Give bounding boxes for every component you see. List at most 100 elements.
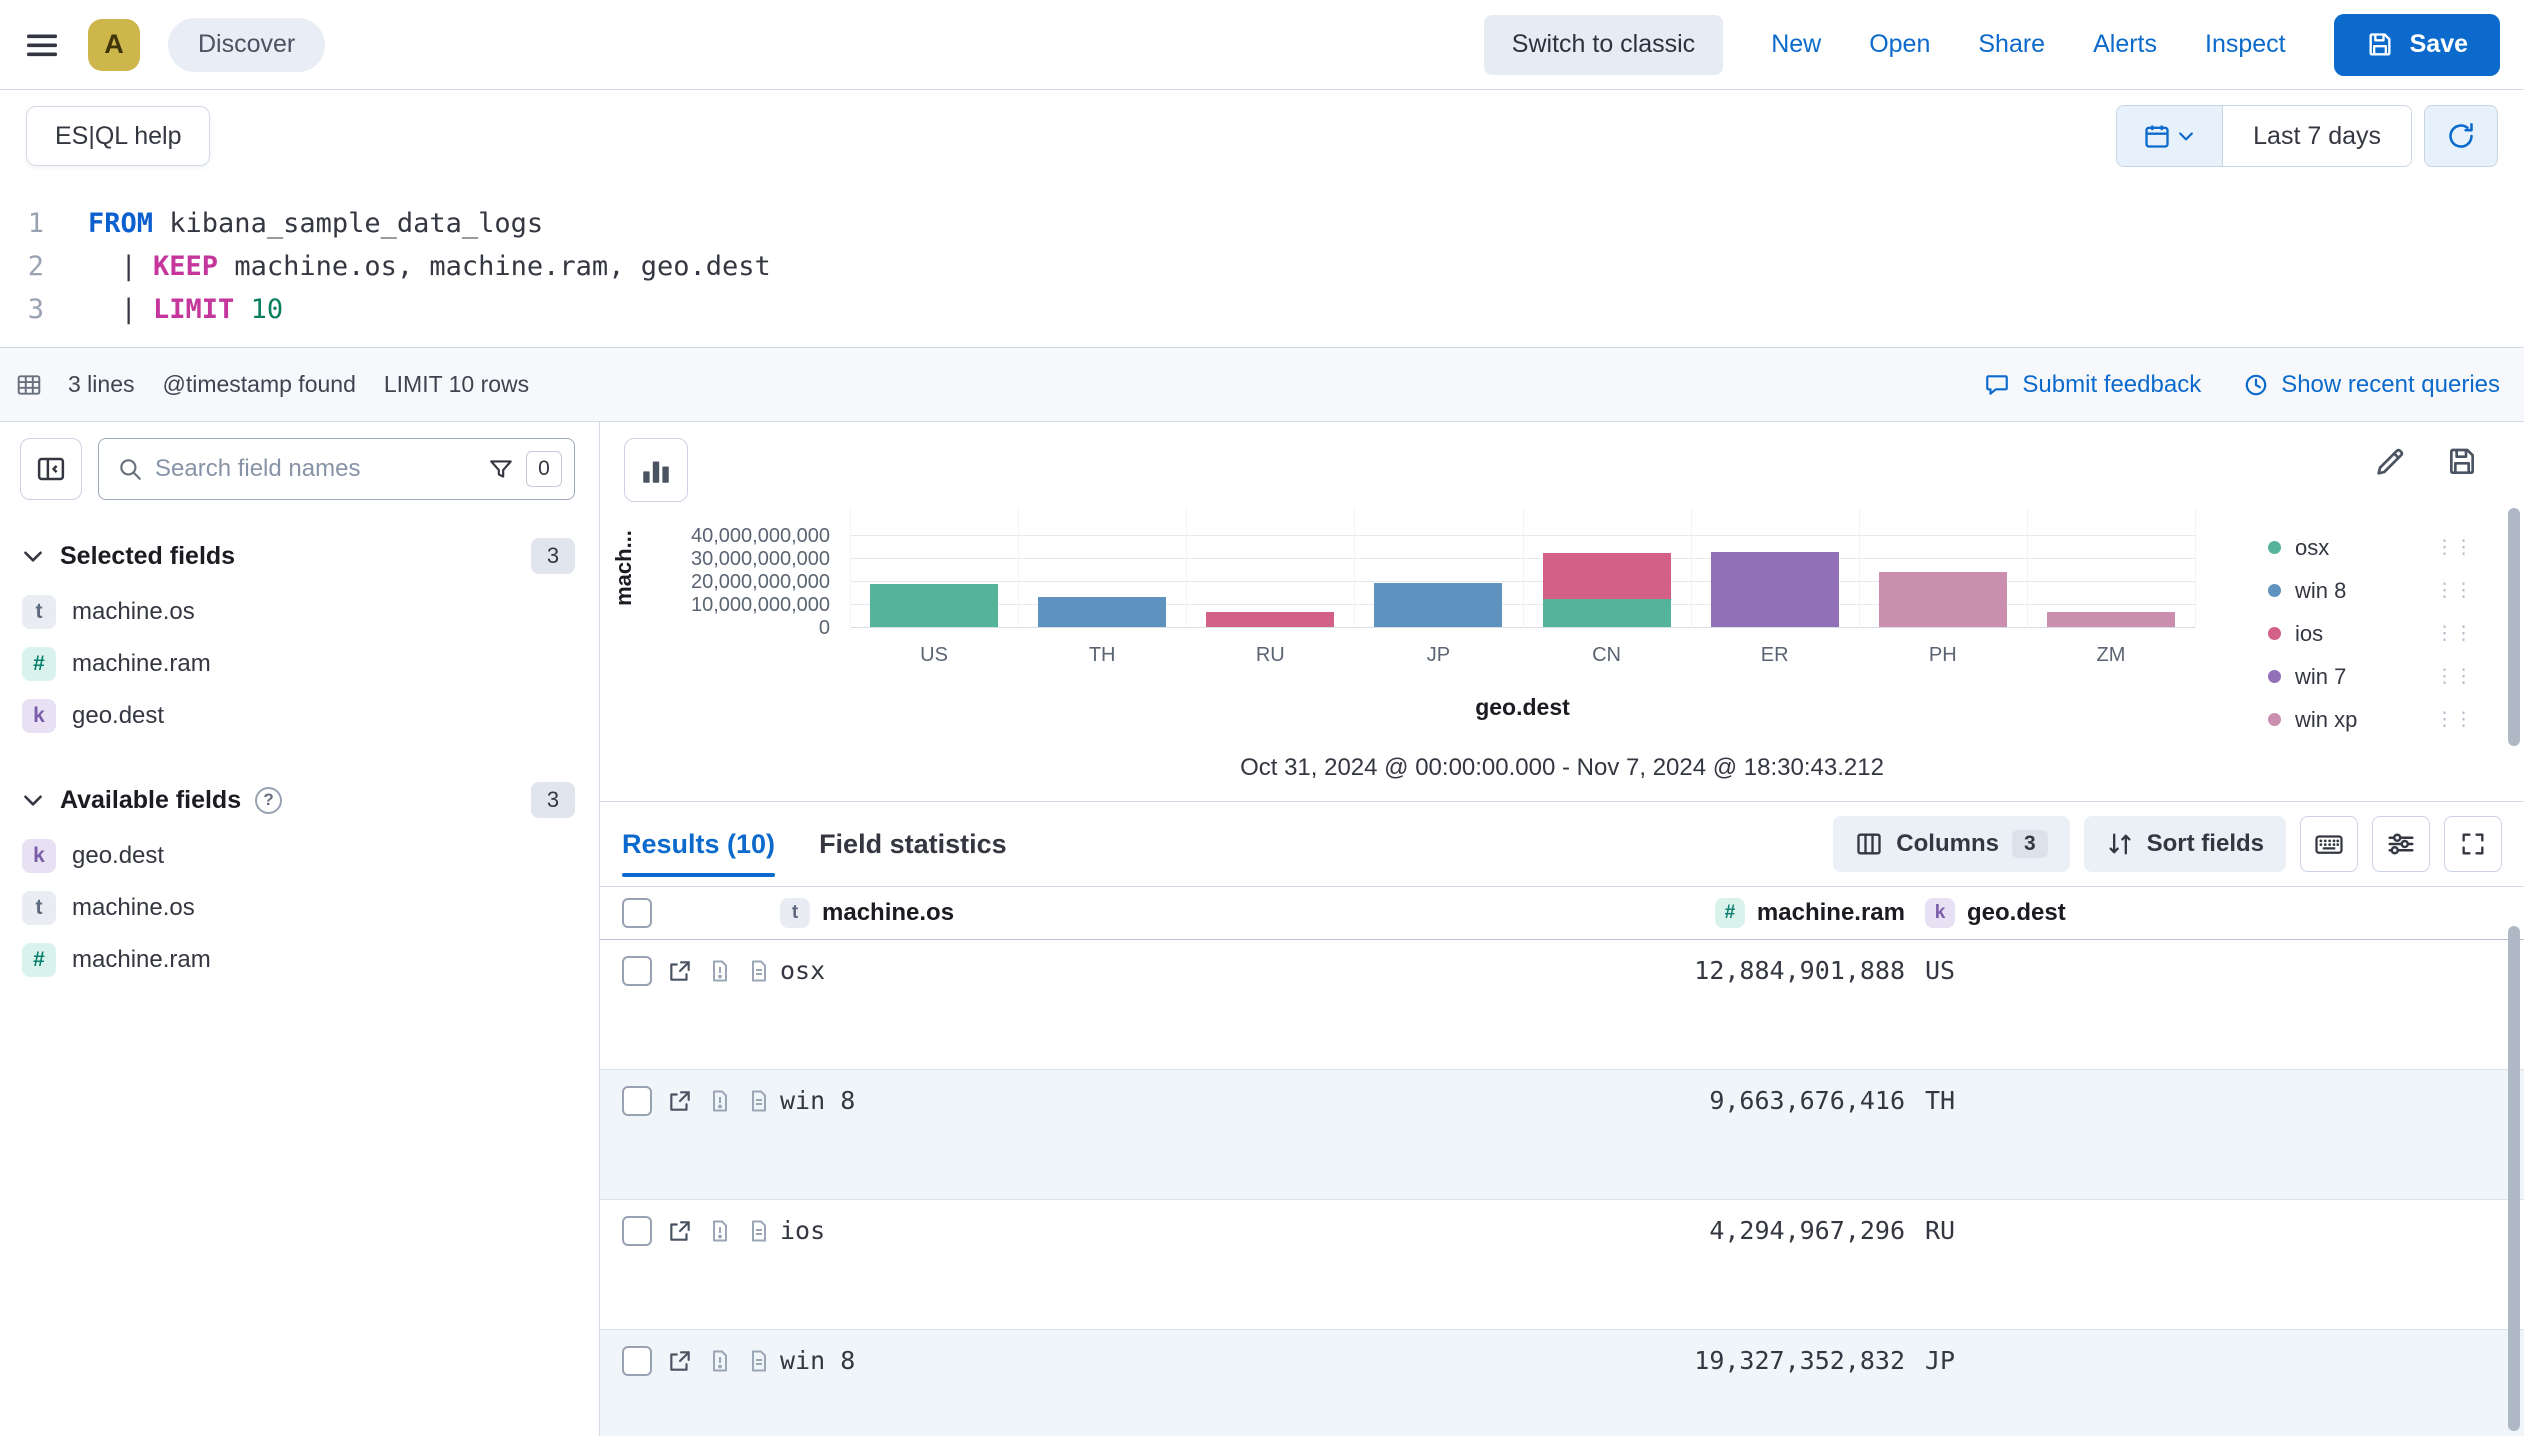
- column-header-machine.ram[interactable]: #machine.ram: [1070, 898, 1905, 928]
- nav-link-open[interactable]: Open: [1869, 30, 1930, 59]
- select-all-checkbox[interactable]: [622, 898, 652, 928]
- bar-US[interactable]: [870, 584, 998, 627]
- cell-machine-os[interactable]: win 8: [760, 1086, 1070, 1115]
- field-item-machine.ram[interactable]: #machine.ram: [20, 638, 575, 690]
- row-checkbox[interactable]: [622, 956, 652, 986]
- chevron-down-icon[interactable]: [20, 543, 46, 569]
- bar-segment-win 7[interactable]: [1711, 552, 1839, 627]
- nav-link-new[interactable]: New: [1771, 30, 1821, 59]
- filter-by-type-icon[interactable]: [488, 456, 514, 482]
- switch-to-classic-button[interactable]: Switch to classic: [1484, 15, 1723, 75]
- expand-row-icon[interactable]: [667, 1218, 693, 1244]
- cell-geo-dest[interactable]: RU: [1905, 1216, 2524, 1245]
- save-button[interactable]: Save: [2334, 14, 2500, 76]
- bar-segment-win 8[interactable]: [1038, 597, 1166, 627]
- legend-actions-icon[interactable]: ⋮⋮: [2435, 579, 2473, 602]
- bar-ER[interactable]: [1711, 552, 1839, 627]
- bar-segment-ios[interactable]: [1543, 553, 1671, 599]
- legend-actions-icon[interactable]: ⋮⋮: [2435, 622, 2473, 645]
- gridline-vertical: [1018, 508, 1019, 628]
- row-checkbox[interactable]: [622, 1086, 652, 1116]
- column-header-geo.dest[interactable]: kgeo.dest: [1905, 898, 2524, 928]
- bar-ZM[interactable]: [2047, 612, 2175, 627]
- legend-actions-icon[interactable]: ⋮⋮: [2435, 708, 2473, 731]
- sort-fields-button[interactable]: Sort fields: [2084, 816, 2286, 872]
- bar-PH[interactable]: [1879, 572, 2007, 627]
- breadcrumb[interactable]: Discover: [168, 18, 325, 72]
- legend-actions-icon[interactable]: ⋮⋮: [2435, 665, 2473, 688]
- date-quick-select-button[interactable]: [2117, 106, 2223, 166]
- bar-segment-ios[interactable]: [1206, 612, 1334, 627]
- tab-results[interactable]: Results (10): [622, 829, 775, 860]
- bar-segment-osx[interactable]: [870, 584, 998, 627]
- expand-row-icon[interactable]: [667, 1348, 693, 1374]
- field-section-header[interactable]: Available fields?3: [20, 774, 575, 830]
- refresh-button[interactable]: [2424, 105, 2498, 167]
- tab-field-statistics[interactable]: Field statistics: [819, 829, 1007, 860]
- field-item-geo.dest[interactable]: kgeo.dest: [20, 690, 575, 742]
- cell-geo-dest[interactable]: US: [1905, 956, 2524, 985]
- display-options-button[interactable]: [2372, 816, 2430, 872]
- expand-row-icon[interactable]: [667, 958, 693, 984]
- legend-actions-icon[interactable]: ⋮⋮: [2435, 536, 2473, 559]
- cell-machine-os[interactable]: osx: [760, 956, 1070, 985]
- keyboard-shortcuts-button[interactable]: [2300, 816, 2358, 872]
- legend-item-win 7[interactable]: win 7⋮⋮: [2268, 655, 2473, 698]
- query-line[interactable]: 3 | LIMIT 10: [0, 288, 2524, 331]
- column-header-machine.os[interactable]: tmachine.os: [760, 898, 1070, 928]
- legend-item-win 8[interactable]: win 8⋮⋮: [2268, 569, 2473, 612]
- time-range-value[interactable]: Last 7 days: [2223, 106, 2411, 166]
- help-icon[interactable]: ?: [255, 787, 282, 814]
- field-name: geo.dest: [72, 842, 164, 870]
- cell-machine-ram[interactable]: 19,327,352,832: [1070, 1346, 1905, 1375]
- row-checkbox[interactable]: [622, 1216, 652, 1246]
- collapse-sidebar-button[interactable]: [20, 438, 82, 500]
- field-item-geo.dest[interactable]: kgeo.dest: [20, 830, 575, 882]
- nav-link-inspect[interactable]: Inspect: [2205, 30, 2286, 59]
- nav-link-alerts[interactable]: Alerts: [2093, 30, 2157, 59]
- bar-CN[interactable]: [1543, 553, 1671, 627]
- row-checkbox[interactable]: [622, 1346, 652, 1376]
- grid-scrollbar[interactable]: [2508, 926, 2520, 1431]
- expand-row-icon[interactable]: [667, 1088, 693, 1114]
- bar-JP[interactable]: [1374, 583, 1502, 627]
- cell-geo-dest[interactable]: TH: [1905, 1086, 2524, 1115]
- space-avatar[interactable]: A: [88, 19, 140, 71]
- cell-machine-os[interactable]: win 8: [760, 1346, 1070, 1375]
- bar-segment-osx[interactable]: [1543, 599, 1671, 627]
- esql-editor[interactable]: 1FROM kibana_sample_data_logs2 | KEEP ma…: [0, 182, 2524, 347]
- menu-icon[interactable]: [24, 27, 60, 63]
- legend-item-osx[interactable]: osx⋮⋮: [2268, 526, 2473, 569]
- field-item-machine.os[interactable]: tmachine.os: [20, 882, 575, 934]
- columns-button[interactable]: Columns 3: [1833, 816, 2069, 872]
- query-line[interactable]: 2 | KEEP machine.os, machine.ram, geo.de…: [0, 245, 2524, 288]
- bar-segment-win xp[interactable]: [2047, 612, 2175, 627]
- nav-link-share[interactable]: Share: [1978, 30, 2045, 59]
- chevron-down-icon[interactable]: [20, 787, 46, 813]
- cell-geo-dest[interactable]: JP: [1905, 1346, 2524, 1375]
- bar-RU[interactable]: [1206, 612, 1334, 627]
- calendar-icon: [2143, 122, 2171, 150]
- edit-visualization-icon[interactable]: [2374, 446, 2406, 478]
- fullscreen-button[interactable]: [2444, 816, 2502, 872]
- search-field-input[interactable]: [155, 455, 476, 483]
- bar-segment-win 8[interactable]: [1374, 583, 1502, 627]
- field-item-machine.os[interactable]: tmachine.os: [20, 586, 575, 638]
- query-line[interactable]: 1FROM kibana_sample_data_logs: [0, 202, 2524, 245]
- field-item-machine.ram[interactable]: #machine.ram: [20, 934, 575, 986]
- save-visualization-icon[interactable]: [2446, 446, 2478, 478]
- cell-machine-os[interactable]: ios: [760, 1216, 1070, 1245]
- show-recent-queries-link[interactable]: Show recent queries: [2243, 371, 2500, 399]
- gridline-vertical: [2027, 508, 2028, 628]
- cell-machine-ram[interactable]: 4,294,967,296: [1070, 1216, 1905, 1245]
- field-section-header[interactable]: Selected fields3: [20, 530, 575, 586]
- cell-machine-ram[interactable]: 9,663,676,416: [1070, 1086, 1905, 1115]
- chart-scrollbar[interactable]: [2508, 508, 2520, 746]
- bar-TH[interactable]: [1038, 597, 1166, 627]
- legend-item-win xp[interactable]: win xp⋮⋮: [2268, 698, 2473, 741]
- bar-segment-win xp[interactable]: [1879, 572, 2007, 627]
- legend-item-ios[interactable]: ios⋮⋮: [2268, 612, 2473, 655]
- cell-machine-ram[interactable]: 12,884,901,888: [1070, 956, 1905, 985]
- submit-feedback-link[interactable]: Submit feedback: [1984, 371, 2201, 399]
- esql-help-button[interactable]: ES|QL help: [26, 106, 210, 166]
